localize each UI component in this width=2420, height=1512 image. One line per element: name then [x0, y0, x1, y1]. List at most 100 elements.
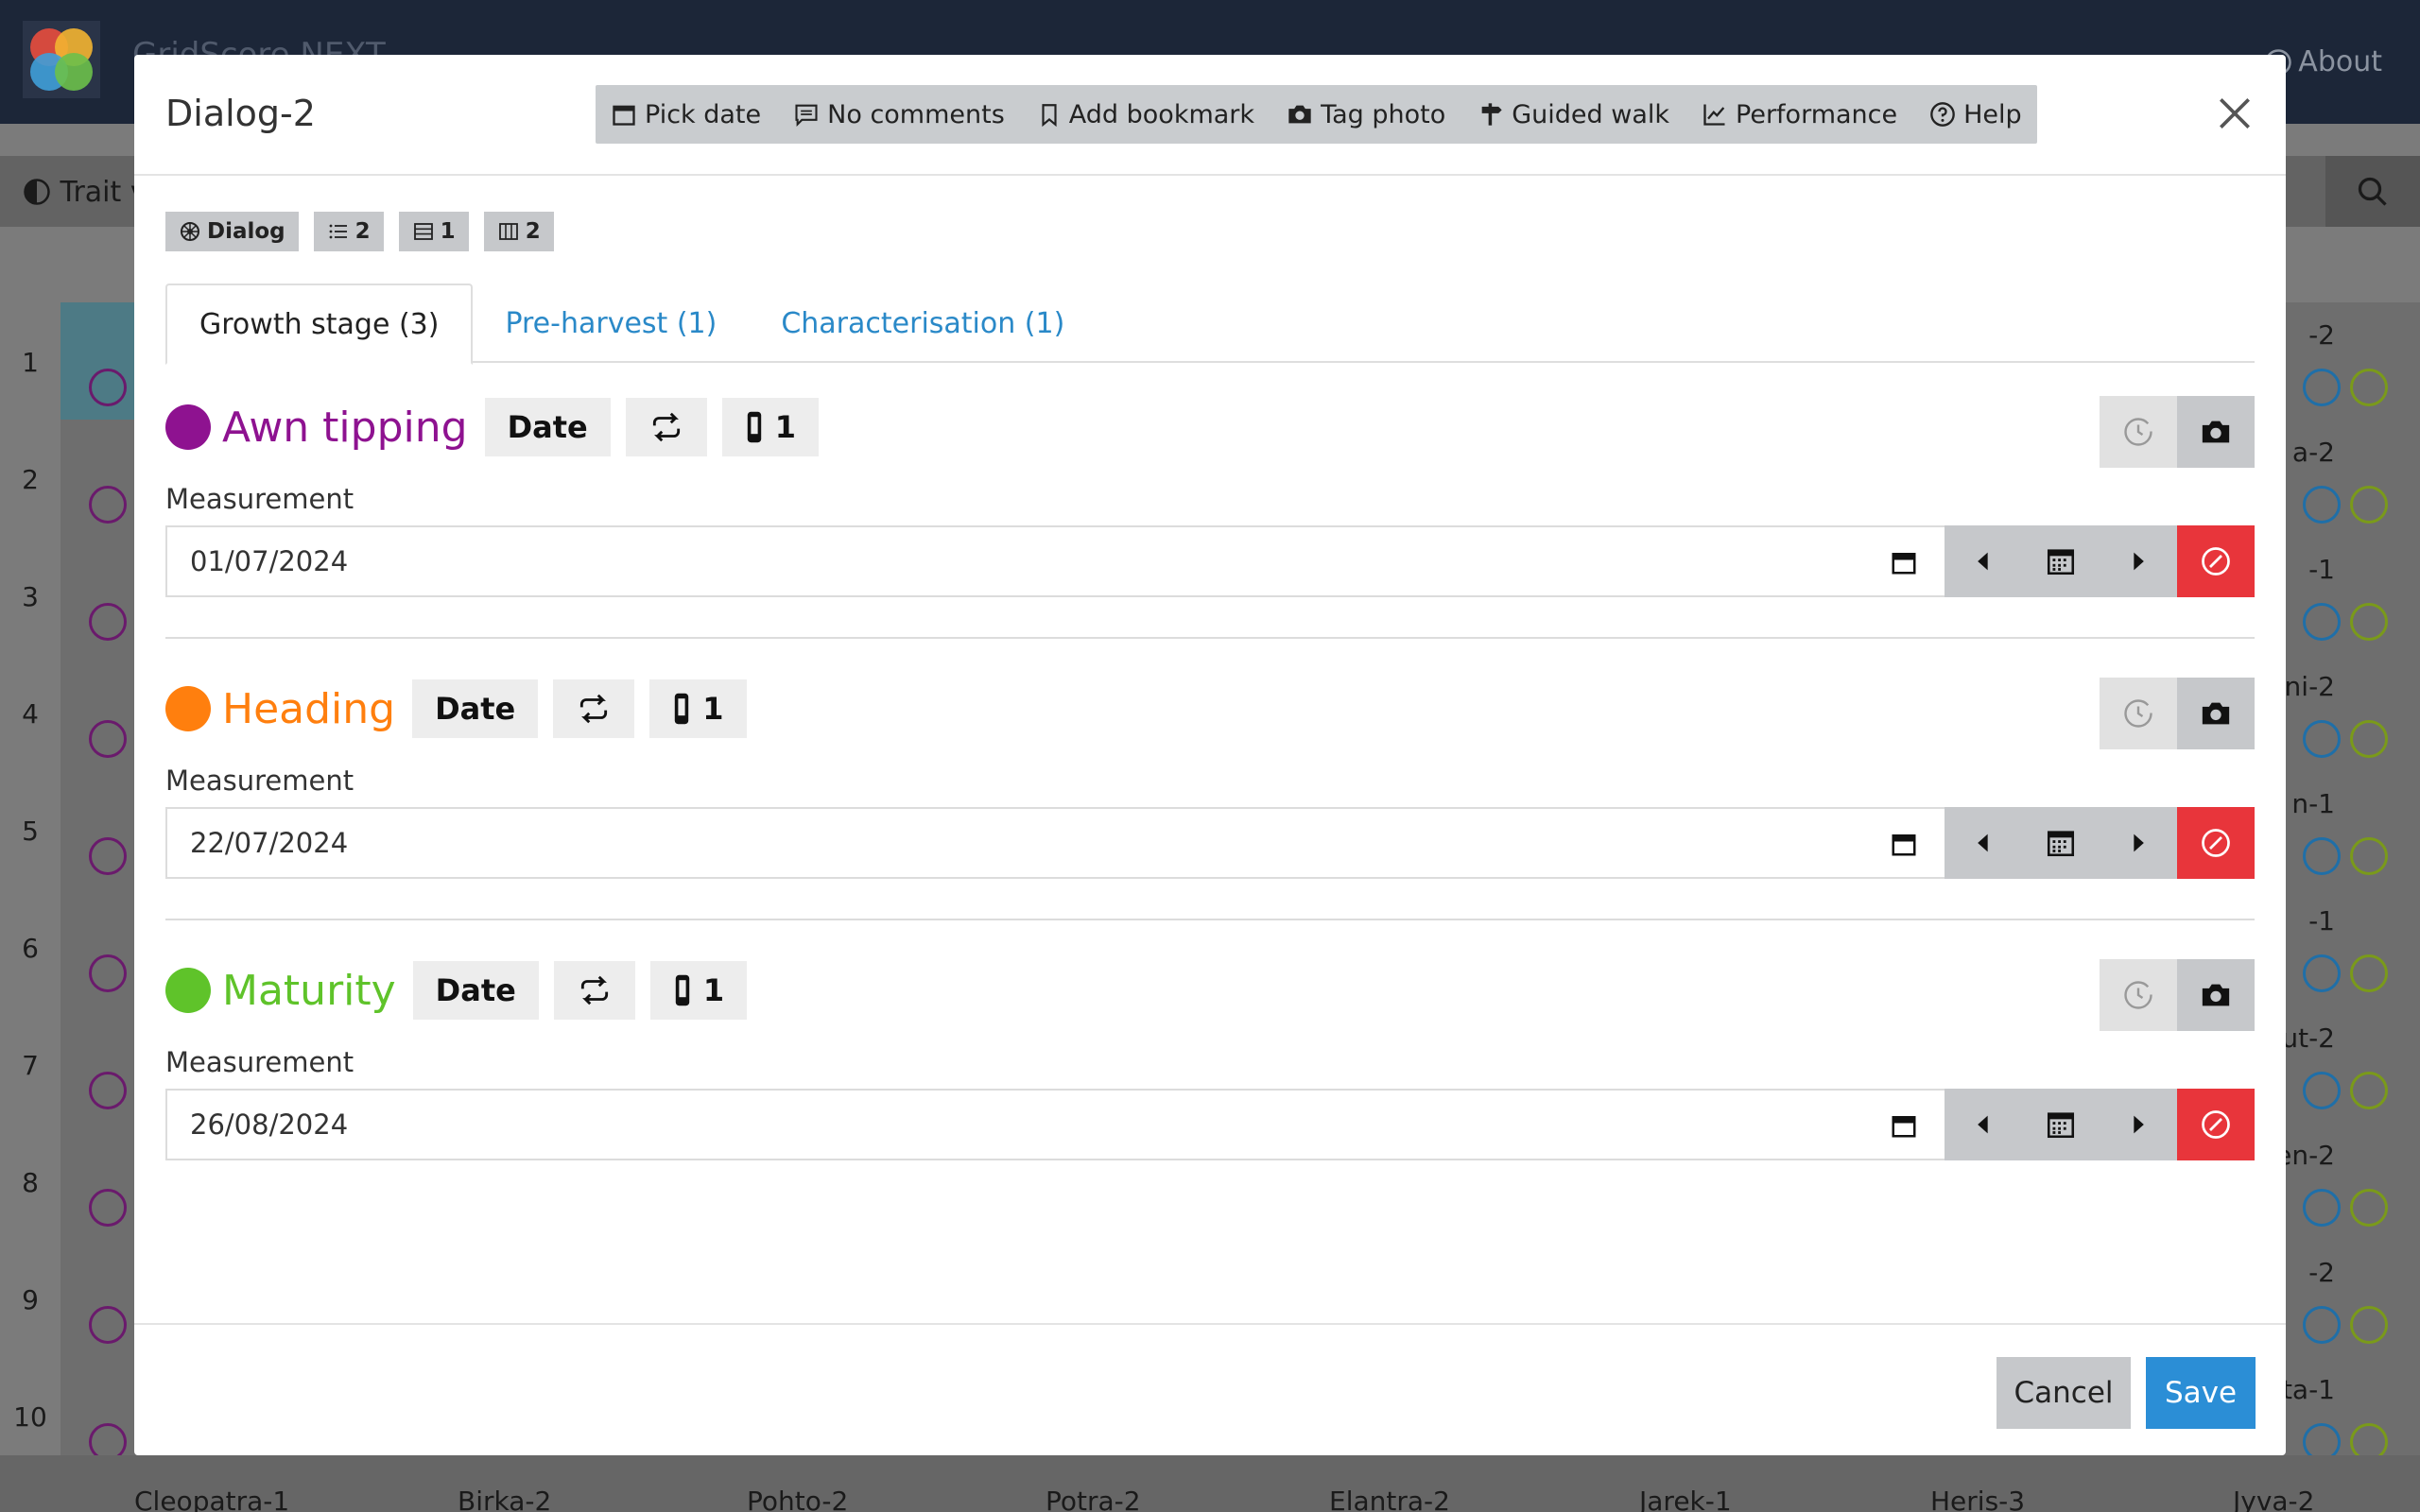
previous-date-button[interactable] — [1945, 1089, 2022, 1160]
slash-circle-icon — [2202, 1110, 2230, 1139]
comment-icon — [795, 104, 818, 128]
grid-marker[interactable] — [2350, 369, 2388, 406]
grid-marker[interactable] — [2303, 1189, 2341, 1227]
camera-icon — [1288, 105, 1311, 124]
grid-marker[interactable] — [2303, 1306, 2341, 1344]
history-button[interactable] — [2100, 678, 2177, 749]
tab-growth-stage[interactable]: Growth stage (3) — [165, 284, 474, 365]
grid-marker[interactable] — [2350, 720, 2388, 758]
grid-cell-label: a-2 — [2291, 437, 2335, 468]
previous-date-button[interactable] — [1945, 807, 2022, 879]
close-button[interactable] — [2214, 93, 2256, 134]
trait-header: Awn tipping Date 1 — [165, 396, 819, 458]
grid-marker[interactable] — [89, 369, 127, 406]
trait-header: Heading Date 1 — [165, 678, 747, 740]
grid-marker[interactable] — [89, 486, 127, 524]
grid-marker[interactable] — [2303, 369, 2341, 406]
clear-value-button[interactable] — [2177, 807, 2255, 879]
trait-selector[interactable]: Trait v — [23, 176, 147, 209]
save-button[interactable]: Save — [2146, 1357, 2256, 1429]
grid-marker[interactable] — [2350, 837, 2388, 875]
grid-marker[interactable] — [89, 1072, 127, 1109]
grid-marker[interactable] — [2350, 1189, 2388, 1227]
comments-button[interactable]: No comments — [793, 100, 1005, 129]
help-label: Help — [1963, 99, 2022, 129]
repeat-button[interactable] — [625, 398, 707, 456]
today-button[interactable] — [2022, 525, 2100, 597]
grid-cell-label: -1 — [2308, 554, 2335, 585]
grid-marker[interactable] — [2350, 486, 2388, 524]
calendar-icon[interactable] — [1890, 548, 1918, 576]
trait-photo-button[interactable] — [2177, 959, 2255, 1031]
grid-marker[interactable] — [89, 720, 127, 758]
column-name: Birka-2 — [458, 1486, 552, 1512]
cancel-button[interactable]: Cancel — [1996, 1357, 2131, 1429]
calendar-icon[interactable] — [1890, 830, 1918, 858]
search-button[interactable] — [2325, 156, 2420, 227]
trait-photo-button[interactable] — [2177, 396, 2255, 468]
trait-color-dot — [165, 686, 211, 731]
clear-value-button[interactable] — [2177, 525, 2255, 597]
guided-walk-button[interactable]: Guided walk — [1478, 100, 1669, 129]
trait-type-badge: Date — [484, 398, 611, 456]
camera-icon — [2202, 702, 2230, 725]
column-name: Heris-3 — [1930, 1486, 2026, 1512]
date-input[interactable]: 22/07/2024 — [165, 807, 1945, 879]
add-bookmark-button[interactable]: Add bookmark — [1037, 100, 1254, 129]
help-button[interactable]: Help — [1929, 100, 2022, 129]
grid-marker[interactable] — [2350, 954, 2388, 992]
history-button[interactable] — [2100, 959, 2177, 1031]
clear-value-button[interactable] — [2177, 1089, 2255, 1160]
grid-marker[interactable] — [2303, 954, 2341, 992]
grid-marker[interactable] — [2303, 603, 2341, 641]
history-button[interactable] — [2100, 396, 2177, 468]
today-button[interactable] — [2022, 807, 2100, 879]
measurement-label: Measurement — [165, 483, 354, 515]
grid-marker[interactable] — [2303, 720, 2341, 758]
grid-cell-label: ta-1 — [2281, 1374, 2335, 1405]
grid-marker[interactable] — [2303, 1072, 2341, 1109]
next-date-button[interactable] — [2100, 807, 2177, 879]
about-label: About — [2298, 45, 2382, 78]
column-name: Jyva-2 — [2233, 1486, 2315, 1512]
grid-marker[interactable] — [2350, 603, 2388, 641]
grid-marker[interactable] — [89, 954, 127, 992]
repeat-button[interactable] — [553, 679, 635, 738]
grid-marker[interactable] — [2350, 1072, 2388, 1109]
grid-marker[interactable] — [89, 1306, 127, 1344]
tab-characterisation[interactable]: Characterisation (1) — [749, 284, 1097, 363]
grid-cell-label: -2 — [2308, 1257, 2335, 1288]
tag-photo-button[interactable]: Tag photo — [1287, 100, 1445, 129]
grid-marker[interactable] — [89, 837, 127, 875]
clock-icon — [2124, 699, 2152, 728]
next-date-button[interactable] — [2100, 525, 2177, 597]
slash-circle-icon — [2202, 829, 2230, 857]
trait-photo-button[interactable] — [2177, 678, 2255, 749]
row-number: 7 — [22, 1050, 39, 1081]
previous-date-button[interactable] — [1945, 525, 2022, 597]
column-name: Jarek-1 — [1639, 1486, 1732, 1512]
date-input[interactable]: 26/08/2024 — [165, 1089, 1945, 1160]
grid-marker[interactable] — [2303, 486, 2341, 524]
performance-button[interactable]: Performance — [1702, 100, 1897, 129]
grid-marker[interactable] — [2303, 837, 2341, 875]
app-logo[interactable] — [23, 21, 100, 98]
repeat-button[interactable] — [553, 961, 635, 1020]
calendar-grid-icon — [2047, 549, 2075, 576]
next-date-button[interactable] — [2100, 1089, 2177, 1160]
grid-marker[interactable] — [89, 603, 127, 641]
today-button[interactable] — [2022, 1089, 2100, 1160]
set-size-badge: 1 — [649, 961, 748, 1020]
measurement-row: 26/08/2024 — [165, 1089, 2255, 1160]
trait-group-tabs: Growth stage (3) Pre-harvest (1) Charact… — [165, 284, 2255, 365]
calendar-icon[interactable] — [1890, 1111, 1918, 1140]
date-input[interactable]: 01/07/2024 — [165, 525, 1945, 597]
measurement-label: Measurement — [165, 1046, 354, 1078]
grid-marker[interactable] — [2350, 1306, 2388, 1344]
tag-columns-label: 2 — [525, 219, 541, 244]
grid-marker[interactable] — [89, 1189, 127, 1227]
bookmark-icon — [1042, 104, 1057, 128]
tab-pre-harvest[interactable]: Pre-harvest (1) — [473, 284, 749, 363]
trait-divider — [165, 637, 2255, 639]
pick-date-button[interactable]: Pick date — [611, 100, 761, 129]
